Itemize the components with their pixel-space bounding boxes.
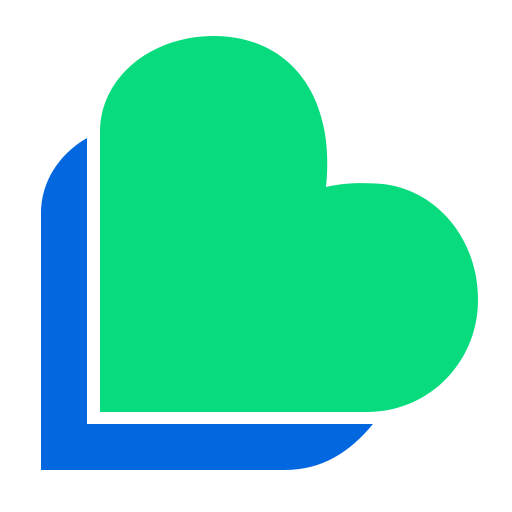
logo-front-shape — [100, 36, 478, 412]
app-icon-canvas — [0, 0, 512, 512]
heart-logo-icon — [41, 36, 478, 470]
